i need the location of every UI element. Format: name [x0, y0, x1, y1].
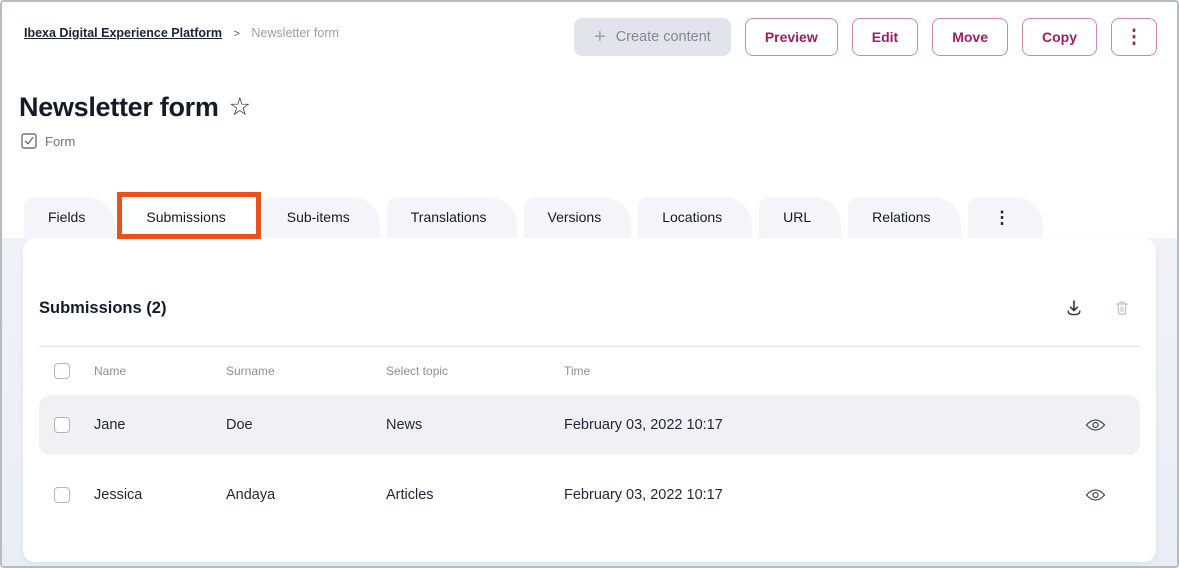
- submissions-table: Name Surname Select topic Time Jane Doe …: [39, 346, 1140, 525]
- tab-translations[interactable]: Translations: [387, 197, 517, 238]
- submissions-panel-header: Submissions (2): [39, 238, 1140, 346]
- table-row: Jane Doe News February 03, 2022 10:17: [39, 395, 1140, 455]
- submissions-heading: Submissions (2): [39, 296, 166, 320]
- tab-more[interactable]: ⋮: [968, 197, 1043, 238]
- tab-fields[interactable]: Fields: [24, 197, 115, 238]
- plus-icon: +: [594, 27, 606, 47]
- tab-locations[interactable]: Locations: [638, 197, 752, 238]
- cell-time: February 03, 2022 10:17: [564, 487, 1050, 503]
- breadcrumb-current: Newsletter form: [251, 26, 339, 40]
- cell-select-topic: News: [386, 417, 564, 433]
- tab-url[interactable]: URL: [759, 197, 841, 238]
- favorite-star-icon[interactable]: ☆: [229, 95, 251, 120]
- cell-time: February 03, 2022 10:17: [564, 417, 1050, 433]
- eye-icon: [1085, 418, 1106, 432]
- row-checkbox[interactable]: [54, 417, 70, 433]
- column-header-surname: Surname: [226, 364, 386, 378]
- content-background: Submissions (2): [2, 238, 1177, 566]
- download-button[interactable]: [1064, 298, 1084, 318]
- copy-button[interactable]: Copy: [1022, 18, 1097, 56]
- row-checkbox[interactable]: [54, 487, 70, 503]
- more-actions-button[interactable]: ⋮: [1111, 18, 1157, 56]
- page-title: Newsletter form: [19, 92, 219, 123]
- view-submission-button[interactable]: [1085, 418, 1106, 432]
- edit-button[interactable]: Edit: [852, 18, 918, 56]
- action-buttons: + Create content Preview Edit Move Copy …: [574, 18, 1157, 56]
- cell-surname: Andaya: [226, 487, 386, 503]
- title-row: Newsletter form ☆: [2, 92, 1177, 123]
- delete-button[interactable]: [1112, 298, 1132, 318]
- tab-relations[interactable]: Relations: [848, 197, 960, 238]
- more-vertical-icon: ⋮: [1125, 26, 1144, 49]
- tab-versions[interactable]: Versions: [524, 197, 632, 238]
- create-content-label: Create content: [616, 29, 711, 45]
- preview-button[interactable]: Preview: [745, 18, 838, 56]
- cell-name: Jessica: [94, 487, 226, 503]
- breadcrumb: Ibexa Digital Experience Platform > News…: [24, 26, 339, 40]
- more-vertical-icon: ⋮: [994, 208, 1011, 227]
- submissions-panel: Submissions (2): [23, 238, 1156, 562]
- checkbox-check-icon: [21, 133, 37, 149]
- create-content-button[interactable]: + Create content: [574, 18, 731, 56]
- app-window: Ibexa Digital Experience Platform > News…: [0, 0, 1179, 568]
- cell-name: Jane: [94, 417, 226, 433]
- eye-icon: [1085, 488, 1106, 502]
- breadcrumb-root-link[interactable]: Ibexa Digital Experience Platform: [24, 26, 222, 40]
- table-header-row: Name Surname Select topic Time: [39, 347, 1140, 395]
- breadcrumb-separator: >: [233, 28, 239, 40]
- tab-submissions[interactable]: Submissions: [122, 197, 255, 238]
- view-submission-button[interactable]: [1085, 488, 1106, 502]
- column-header-select-topic: Select topic: [386, 364, 564, 378]
- move-button[interactable]: Move: [932, 18, 1008, 56]
- submissions-toolbar: [1064, 298, 1132, 318]
- content-type-badge: Form: [2, 133, 1177, 149]
- download-icon: [1064, 298, 1084, 318]
- table-row: Jessica Andaya Articles February 03, 202…: [39, 465, 1140, 525]
- select-all-checkbox[interactable]: [54, 363, 70, 379]
- content-type-label: Form: [45, 134, 75, 149]
- trash-icon: [1112, 298, 1132, 318]
- column-header-time: Time: [564, 364, 1050, 378]
- cell-select-topic: Articles: [386, 487, 564, 503]
- tab-sub-items[interactable]: Sub-items: [263, 197, 380, 238]
- top-bar: Ibexa Digital Experience Platform > News…: [2, 2, 1177, 56]
- cell-surname: Doe: [226, 417, 386, 433]
- tab-bar: Fields Submissions Sub-items Translation…: [24, 197, 1177, 238]
- tab-submissions-label: Submissions: [146, 209, 225, 225]
- column-header-name: Name: [94, 364, 226, 378]
